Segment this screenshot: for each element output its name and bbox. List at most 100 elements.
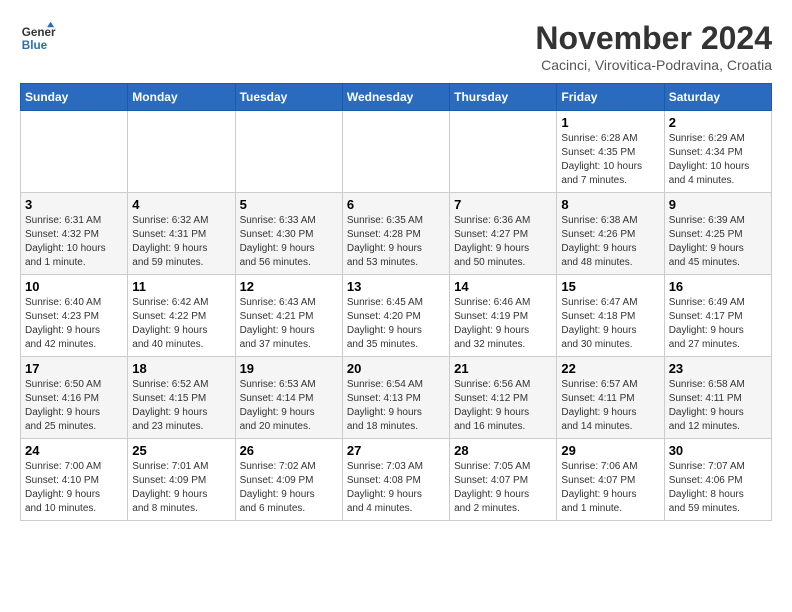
day-info: Sunrise: 6:43 AM Sunset: 4:21 PM Dayligh… (240, 296, 338, 352)
calendar-cell: 8 Sunrise: 6:38 AM Sunset: 4:26 PM Daylig… (557, 193, 664, 275)
day-info: Sunrise: 6:42 AM Sunset: 4:22 PM Dayligh… (132, 296, 230, 352)
day-info: Sunrise: 6:35 AM Sunset: 4:28 PM Dayligh… (347, 214, 445, 270)
day-info: Sunrise: 6:38 AM Sunset: 4:26 PM Dayligh… (561, 214, 659, 270)
calendar-cell: 1Sunrise: 6:28 AM Sunset: 4:35 PM Daylig… (557, 111, 664, 193)
day-number: 7 (454, 197, 552, 212)
calendar-cell: 5Sunrise: 6:33 AM Sunset: 4:30 PM Daylig… (235, 193, 342, 275)
calendar-cell: 2 Sunrise: 6:29 AM Sunset: 4:34 PM Daylig… (664, 111, 771, 193)
calendar-cell: 6 Sunrise: 6:35 AM Sunset: 4:28 PM Daylig… (342, 193, 449, 275)
day-info: Sunrise: 7:01 AM Sunset: 4:09 PM Dayligh… (132, 460, 230, 516)
weekday-header-monday: Monday (128, 84, 235, 111)
day-number: 10 (25, 279, 123, 294)
calendar-cell (342, 111, 449, 193)
calendar-cell: 19 Sunrise: 6:53 AM Sunset: 4:14 PM Dayli… (235, 357, 342, 439)
logo-icon: General Blue (20, 20, 56, 56)
calendar-cell (450, 111, 557, 193)
calendar-cell: 13 Sunrise: 6:45 AM Sunset: 4:20 PM Dayli… (342, 275, 449, 357)
day-info: Sunrise: 6:45 AM Sunset: 4:20 PM Dayligh… (347, 296, 445, 352)
calendar-cell: 20Sunrise: 6:54 AM Sunset: 4:13 PM Dayli… (342, 357, 449, 439)
title-section: November 2024 Cacinci, Virovitica-Podrav… (535, 20, 772, 73)
calendar-cell: 30Sunrise: 7:07 AM Sunset: 4:06 PM Dayli… (664, 439, 771, 521)
day-number: 4 (132, 197, 230, 212)
calendar-cell (235, 111, 342, 193)
day-info: Sunrise: 6:36 AM Sunset: 4:27 PM Dayligh… (454, 214, 552, 270)
calendar-week-3: 17 Sunrise: 6:50 AM Sunset: 4:16 PM Dayli… (21, 357, 772, 439)
day-number: 15 (561, 279, 659, 294)
month-year-title: November 2024 (535, 20, 772, 57)
day-number: 17 (25, 361, 123, 376)
calendar-cell: 3Sunrise: 6:31 AM Sunset: 4:32 PM Daylig… (21, 193, 128, 275)
weekday-header-tuesday: Tuesday (235, 84, 342, 111)
logo: General Blue (20, 20, 56, 56)
calendar-cell: 4Sunrise: 6:32 AM Sunset: 4:31 PM Daylig… (128, 193, 235, 275)
calendar-cell (21, 111, 128, 193)
day-info: Sunrise: 6:49 AM Sunset: 4:17 PM Dayligh… (669, 296, 767, 352)
day-info: Sunrise: 6:28 AM Sunset: 4:35 PM Dayligh… (561, 132, 659, 188)
calendar-body: 1Sunrise: 6:28 AM Sunset: 4:35 PM Daylig… (21, 111, 772, 521)
day-number: 8 (561, 197, 659, 212)
calendar-cell: 11 Sunrise: 6:42 AM Sunset: 4:22 PM Dayli… (128, 275, 235, 357)
day-number: 18 (132, 361, 230, 376)
day-number: 6 (347, 197, 445, 212)
day-info: Sunrise: 6:50 AM Sunset: 4:16 PM Dayligh… (25, 378, 123, 434)
calendar-cell: 27Sunrise: 7:03 AM Sunset: 4:08 PM Dayli… (342, 439, 449, 521)
day-info: Sunrise: 6:40 AM Sunset: 4:23 PM Dayligh… (25, 296, 123, 352)
calendar-cell: 7 Sunrise: 6:36 AM Sunset: 4:27 PM Daylig… (450, 193, 557, 275)
day-number: 19 (240, 361, 338, 376)
calendar-cell: 29 Sunrise: 7:06 AM Sunset: 4:07 PM Dayli… (557, 439, 664, 521)
day-info: Sunrise: 7:06 AM Sunset: 4:07 PM Dayligh… (561, 460, 659, 516)
day-number: 13 (347, 279, 445, 294)
day-number: 11 (132, 279, 230, 294)
day-number: 12 (240, 279, 338, 294)
calendar-cell: 16 Sunrise: 6:49 AM Sunset: 4:17 PM Dayli… (664, 275, 771, 357)
day-info: Sunrise: 6:54 AM Sunset: 4:13 PM Dayligh… (347, 378, 445, 434)
weekday-header-saturday: Saturday (664, 84, 771, 111)
calendar-cell: 14 Sunrise: 6:46 AM Sunset: 4:19 PM Dayli… (450, 275, 557, 357)
calendar-cell: 15Sunrise: 6:47 AM Sunset: 4:18 PM Dayli… (557, 275, 664, 357)
day-number: 24 (25, 443, 123, 458)
calendar-week-0: 1Sunrise: 6:28 AM Sunset: 4:35 PM Daylig… (21, 111, 772, 193)
calendar-header: SundayMondayTuesdayWednesdayThursdayFrid… (21, 84, 772, 111)
day-number: 29 (561, 443, 659, 458)
day-info: Sunrise: 6:52 AM Sunset: 4:15 PM Dayligh… (132, 378, 230, 434)
day-number: 28 (454, 443, 552, 458)
day-info: Sunrise: 6:58 AM Sunset: 4:11 PM Dayligh… (669, 378, 767, 434)
calendar-cell: 18 Sunrise: 6:52 AM Sunset: 4:15 PM Dayli… (128, 357, 235, 439)
weekday-header-sunday: Sunday (21, 84, 128, 111)
weekday-header-wednesday: Wednesday (342, 84, 449, 111)
day-info: Sunrise: 7:03 AM Sunset: 4:08 PM Dayligh… (347, 460, 445, 516)
calendar-cell: 23 Sunrise: 6:58 AM Sunset: 4:11 PM Dayli… (664, 357, 771, 439)
day-info: Sunrise: 6:46 AM Sunset: 4:19 PM Dayligh… (454, 296, 552, 352)
day-number: 2 (669, 115, 767, 130)
day-info: Sunrise: 6:57 AM Sunset: 4:11 PM Dayligh… (561, 378, 659, 434)
calendar-cell: 26Sunrise: 7:02 AM Sunset: 4:09 PM Dayli… (235, 439, 342, 521)
day-number: 16 (669, 279, 767, 294)
day-number: 5 (240, 197, 338, 212)
day-number: 3 (25, 197, 123, 212)
day-info: Sunrise: 6:29 AM Sunset: 4:34 PM Dayligh… (669, 132, 767, 188)
calendar-table: SundayMondayTuesdayWednesdayThursdayFrid… (20, 83, 772, 521)
calendar-week-1: 3Sunrise: 6:31 AM Sunset: 4:32 PM Daylig… (21, 193, 772, 275)
day-number: 23 (669, 361, 767, 376)
svg-text:Blue: Blue (22, 39, 48, 52)
calendar-cell (128, 111, 235, 193)
day-number: 22 (561, 361, 659, 376)
day-number: 26 (240, 443, 338, 458)
calendar-cell: 10 Sunrise: 6:40 AM Sunset: 4:23 PM Dayli… (21, 275, 128, 357)
day-info: Sunrise: 6:53 AM Sunset: 4:14 PM Dayligh… (240, 378, 338, 434)
calendar-cell: 24Sunrise: 7:00 AM Sunset: 4:10 PM Dayli… (21, 439, 128, 521)
calendar-cell: 21Sunrise: 6:56 AM Sunset: 4:12 PM Dayli… (450, 357, 557, 439)
calendar-week-4: 24Sunrise: 7:00 AM Sunset: 4:10 PM Dayli… (21, 439, 772, 521)
calendar-week-2: 10 Sunrise: 6:40 AM Sunset: 4:23 PM Dayli… (21, 275, 772, 357)
svg-text:General: General (22, 26, 56, 39)
day-number: 9 (669, 197, 767, 212)
weekday-header-friday: Friday (557, 84, 664, 111)
calendar-cell: 9Sunrise: 6:39 AM Sunset: 4:25 PM Daylig… (664, 193, 771, 275)
day-number: 21 (454, 361, 552, 376)
day-info: Sunrise: 7:07 AM Sunset: 4:06 PM Dayligh… (669, 460, 767, 516)
calendar-cell: 12 Sunrise: 6:43 AM Sunset: 4:21 PM Dayli… (235, 275, 342, 357)
calendar-cell: 28Sunrise: 7:05 AM Sunset: 4:07 PM Dayli… (450, 439, 557, 521)
header: General Blue November 2024 Cacinci, Viro… (20, 20, 772, 73)
day-number: 14 (454, 279, 552, 294)
weekday-row: SundayMondayTuesdayWednesdayThursdayFrid… (21, 84, 772, 111)
